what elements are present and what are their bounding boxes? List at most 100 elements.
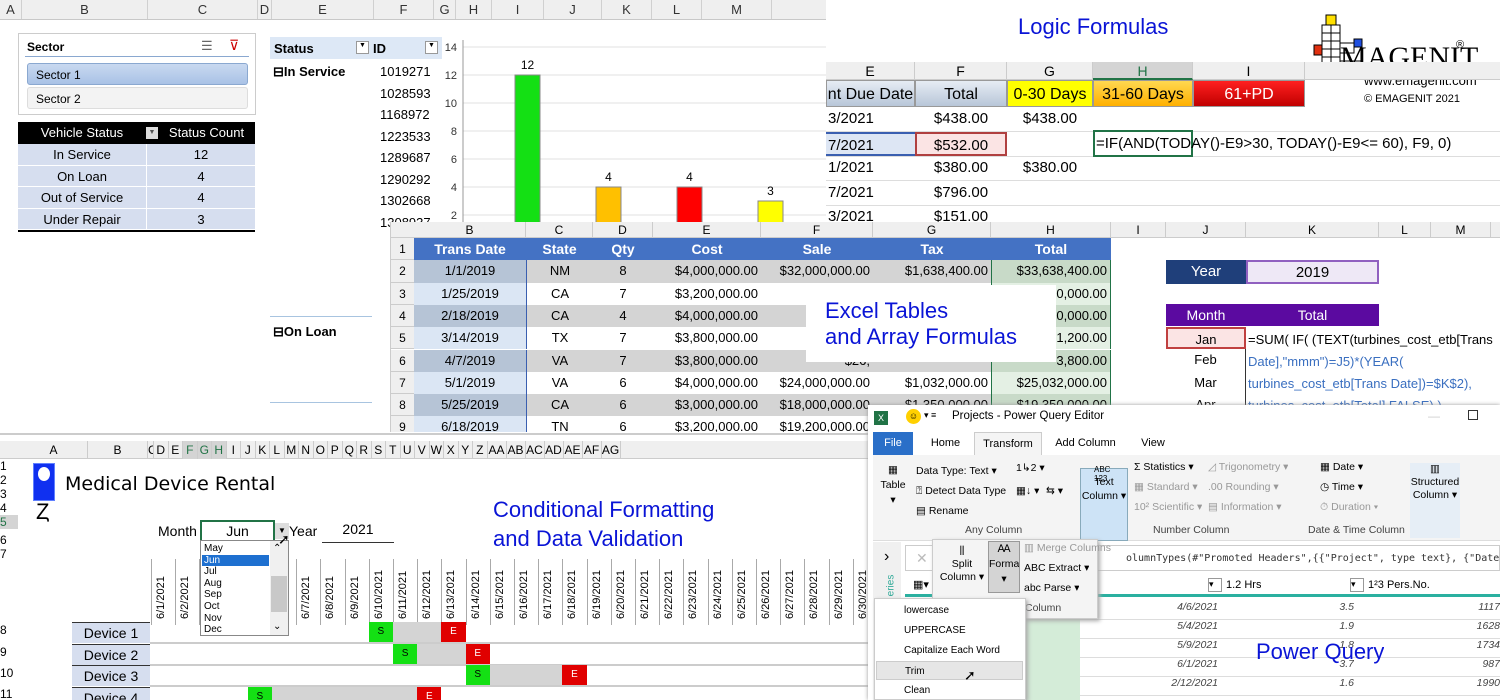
column-header-M[interactable]: M [702, 0, 772, 19]
duration-button[interactable]: ⏱ Duration ▾ [1320, 501, 1378, 514]
column-header-AD[interactable]: AD [545, 441, 564, 459]
column-header-G[interactable]: G [873, 222, 991, 238]
parse-button[interactable]: abc Parse ▾ [1024, 582, 1079, 594]
column-header-J[interactable]: J [544, 0, 602, 19]
row-header[interactable]: 3 [0, 487, 18, 501]
column-header-M[interactable]: M [285, 441, 299, 459]
column-header-C[interactable]: C [148, 0, 258, 19]
row-header[interactable]: 9 [0, 645, 18, 659]
scroll-thumb[interactable] [271, 576, 287, 612]
column-header-B[interactable]: B [88, 441, 148, 459]
column-header-V[interactable]: V [415, 441, 430, 459]
column-header-H[interactable]: H [991, 222, 1111, 238]
column-header-F[interactable]: F [761, 222, 873, 238]
column-header-H[interactable]: H [456, 0, 492, 19]
month-option-dec[interactable]: Dec [202, 624, 269, 635]
month-select[interactable]: Jun [200, 520, 275, 542]
structured-column-button[interactable]: ▥ Structured Column ▾ [1410, 463, 1460, 538]
column-header-I[interactable]: I [1193, 62, 1305, 80]
row-header[interactable]: 6 [391, 349, 414, 372]
table-button[interactable]: ▦ Table ▾ [878, 463, 908, 508]
smiley-icon[interactable]: ☺ [906, 409, 921, 424]
vehicle-status-filter-button[interactable]: ▼ [146, 127, 158, 139]
row-header[interactable]: 4 [0, 501, 18, 515]
date-button[interactable]: ▦ Date ▾ [1320, 461, 1363, 473]
column-header-L[interactable]: L [652, 0, 702, 19]
statistics-button[interactable]: Σ Statistics ▾ [1134, 461, 1194, 473]
scroll-down-icon[interactable]: ⌄ [273, 621, 281, 632]
rounding-button[interactable]: .00 Rounding ▾ [1208, 481, 1279, 493]
column-header-P[interactable]: P [328, 441, 343, 459]
row-header[interactable]: 11 [0, 687, 18, 700]
column-header-D[interactable]: D [154, 441, 169, 459]
column-header-O[interactable]: O [314, 441, 328, 459]
tab-view[interactable]: View [1133, 432, 1173, 455]
trigonometry-button[interactable]: ◿ Trigonometry ▾ [1208, 461, 1288, 473]
column-header-W[interactable]: W [430, 441, 444, 459]
id-filter-button[interactable]: ▼ [425, 41, 438, 54]
multi-select-icon[interactable]: ☰ [201, 38, 213, 54]
column-header-E[interactable]: E [272, 0, 374, 19]
minimize-button[interactable]: — [1428, 409, 1440, 423]
column-header-Q[interactable]: Q [343, 441, 357, 459]
row-header[interactable]: 5 [0, 515, 18, 529]
column-header-H[interactable]: H [1093, 62, 1193, 80]
column-header-K[interactable]: K [256, 441, 270, 459]
expand-queries-icon[interactable]: › [884, 548, 889, 566]
column-header-G[interactable]: G [197, 441, 212, 459]
row-header[interactable]: 1 [391, 238, 414, 261]
column-header-I[interactable]: I [227, 441, 241, 459]
column-header-H[interactable]: H [212, 441, 227, 459]
row-header[interactable]: 7 [0, 547, 18, 561]
tab-home[interactable]: Home [923, 432, 968, 455]
group-in-service[interactable]: ⊟In Service [273, 64, 345, 80]
split-column-button[interactable]: ⫼ Split Column ▾ [936, 545, 988, 584]
month-option-jun[interactable]: Jun [202, 554, 269, 567]
status-filter-button[interactable]: ▼ [356, 41, 369, 54]
month-option-oct[interactable]: Oct [202, 601, 269, 613]
month-option-nov[interactable]: Nov [202, 613, 269, 625]
row-header[interactable]: 7 [391, 371, 414, 395]
maximize-button[interactable] [1468, 410, 1478, 420]
merge-columns-button[interactable]: ▥ Merge Columns [1024, 542, 1111, 554]
column-header-U[interactable]: U [401, 441, 415, 459]
table-menu-icon[interactable]: ▦▾ [913, 578, 929, 591]
information-button[interactable]: ▤ Information ▾ [1208, 501, 1282, 513]
scientific-button[interactable]: 10² Scientific ▾ [1134, 501, 1202, 513]
column-header-G[interactable]: G [1007, 62, 1093, 80]
format-option-lowercase[interactable]: lowercase [876, 601, 1023, 620]
column-header-AG[interactable]: AG [602, 441, 621, 459]
column-header-B[interactable]: B [414, 222, 526, 238]
replace-values-button[interactable]: 1↳2 ▾ [1016, 462, 1045, 474]
column-header-AA[interactable]: AA [488, 441, 507, 459]
cancel-formula-icon[interactable]: ✕ [916, 550, 928, 567]
tab-add-column[interactable]: Add Column [1048, 432, 1123, 455]
column-header-N[interactable]: N [299, 441, 314, 459]
month-option-jul[interactable]: Jul [202, 566, 269, 578]
column-header-T[interactable]: T [386, 441, 401, 459]
pivot-column-button[interactable]: ⇆ ▾ [1046, 485, 1063, 497]
format-option-uppercase[interactable]: UPPERCASE [876, 621, 1023, 640]
column-header-E[interactable]: E [653, 222, 761, 238]
column-header-A[interactable]: A [20, 441, 88, 459]
column-header-K[interactable]: K [1246, 222, 1379, 238]
tab-transform[interactable]: Transform [974, 432, 1042, 455]
format-option-trim[interactable]: Trim [876, 661, 1023, 680]
rename-button[interactable]: ▤ Rename [916, 505, 969, 517]
col-filter[interactable]: ▾ [1350, 578, 1364, 592]
month-cell[interactable]: Jan [1166, 327, 1246, 350]
column-header-J[interactable]: J [241, 441, 256, 459]
data-type-dropdown[interactable]: Data Type: Text ▾ [916, 465, 997, 477]
format-option-capitalize-each-word[interactable]: Capitalize Each Word [876, 641, 1023, 660]
column-header-M[interactable]: M [1431, 222, 1491, 238]
column-header-G[interactable]: G [434, 0, 456, 19]
quick-access-dropdown-icon[interactable]: ▾ ≡ [924, 410, 936, 421]
column-header-B[interactable]: B [22, 0, 148, 19]
row-header[interactable]: 3 [391, 282, 414, 305]
column-header-Y[interactable]: Y [459, 441, 473, 459]
column-header-S[interactable]: S [372, 441, 386, 459]
column-header-AC[interactable]: AC [526, 441, 545, 459]
month-option-may[interactable]: May [202, 543, 269, 555]
row-header[interactable]: 2 [0, 473, 18, 487]
detect-data-type-button[interactable]: ⍰ Detect Data Type [916, 485, 1006, 498]
